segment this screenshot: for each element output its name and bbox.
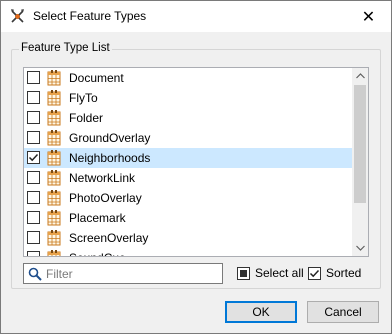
feature-type-label: FlyTo (69, 91, 98, 105)
title-bar: Select Feature Types ✕ (1, 1, 391, 32)
chevron-down-icon (355, 245, 365, 251)
feature-type-checkbox[interactable] (27, 151, 40, 164)
select-all-label: Select all (255, 266, 304, 280)
feature-type-label: Neighborhoods (69, 151, 151, 165)
feature-type-table-icon (46, 189, 62, 207)
checkmark-icon (28, 153, 39, 162)
feature-type-checkbox[interactable] (27, 251, 40, 256)
feature-type-row[interactable]: Neighborhoods (24, 148, 354, 168)
feature-type-checkbox[interactable] (27, 131, 40, 144)
feature-type-table-icon (46, 229, 62, 247)
feature-type-row[interactable]: NetworkLink (24, 168, 354, 188)
feature-type-checkbox[interactable] (27, 71, 40, 84)
feature-type-rows: Document FlyTo Folder GroundOverlay Neighbor… (24, 68, 354, 256)
filter-field[interactable] (23, 263, 223, 284)
sorted-label: Sorted (326, 266, 362, 280)
feature-type-checkbox[interactable] (27, 171, 40, 184)
feature-type-label: GroundOverlay (69, 131, 151, 145)
feature-type-label: Folder (69, 111, 104, 125)
feature-type-row[interactable]: SoundCue (24, 248, 354, 256)
close-button[interactable]: ✕ (346, 1, 391, 32)
scroll-thumb[interactable] (354, 85, 366, 203)
feature-type-table-icon (46, 209, 62, 227)
feature-type-table-icon (46, 69, 62, 87)
feature-type-row[interactable]: PhotoOverlay (24, 188, 354, 208)
feature-type-checkbox[interactable] (27, 191, 40, 204)
feature-type-label: PhotoOverlay (69, 191, 142, 205)
feature-type-table-icon (46, 169, 62, 187)
search-icon (28, 267, 42, 281)
sorted-box[interactable] (308, 267, 321, 280)
feature-type-table-icon (46, 149, 62, 167)
checkmark-icon (309, 269, 320, 278)
feature-type-label: Placemark (69, 211, 126, 225)
feature-type-table-icon (46, 249, 62, 256)
feature-type-table-icon (46, 109, 62, 127)
feature-type-table-icon (46, 129, 62, 147)
feature-type-row[interactable]: Placemark (24, 208, 354, 228)
feature-type-checkbox[interactable] (27, 91, 40, 104)
cancel-button[interactable]: Cancel (307, 301, 379, 323)
window-title: Select Feature Types (33, 9, 147, 23)
feature-type-row[interactable]: GroundOverlay (24, 128, 354, 148)
scroll-down-button[interactable] (352, 240, 368, 256)
feature-type-row[interactable]: Folder (24, 108, 354, 128)
feature-type-row[interactable]: ScreenOverlay (24, 228, 354, 248)
close-icon: ✕ (361, 8, 376, 26)
scroll-up-button[interactable] (352, 68, 368, 84)
ok-button[interactable]: OK (225, 301, 297, 323)
feature-type-list[interactable]: Document FlyTo Folder GroundOverlay Neighbor… (23, 67, 369, 257)
group-legend: Feature Type List (19, 42, 112, 54)
filter-input[interactable] (46, 265, 220, 282)
select-all-checkbox[interactable]: Select all (237, 266, 304, 282)
sorted-checkbox[interactable]: Sorted (308, 266, 364, 282)
select-all-box[interactable] (237, 267, 250, 280)
feature-type-checkbox[interactable] (27, 211, 40, 224)
feature-type-label: Document (69, 71, 124, 85)
feature-type-table-icon (46, 89, 62, 107)
feature-type-row[interactable]: Document (24, 68, 354, 88)
fme-workbench-icon (11, 9, 24, 23)
feature-type-row[interactable]: FlyTo (24, 88, 354, 108)
indeterminate-icon (240, 270, 247, 277)
vertical-scrollbar[interactable] (352, 68, 368, 256)
feature-type-label: NetworkLink (69, 171, 136, 185)
chevron-up-icon (355, 73, 365, 79)
select-feature-types-dialog: Select Feature Types ✕ Feature Type List… (0, 0, 392, 334)
feature-type-checkbox[interactable] (27, 111, 40, 124)
feature-type-label: ScreenOverlay (69, 231, 149, 245)
feature-type-label: SoundCue (69, 251, 126, 256)
feature-type-checkbox[interactable] (27, 231, 40, 244)
